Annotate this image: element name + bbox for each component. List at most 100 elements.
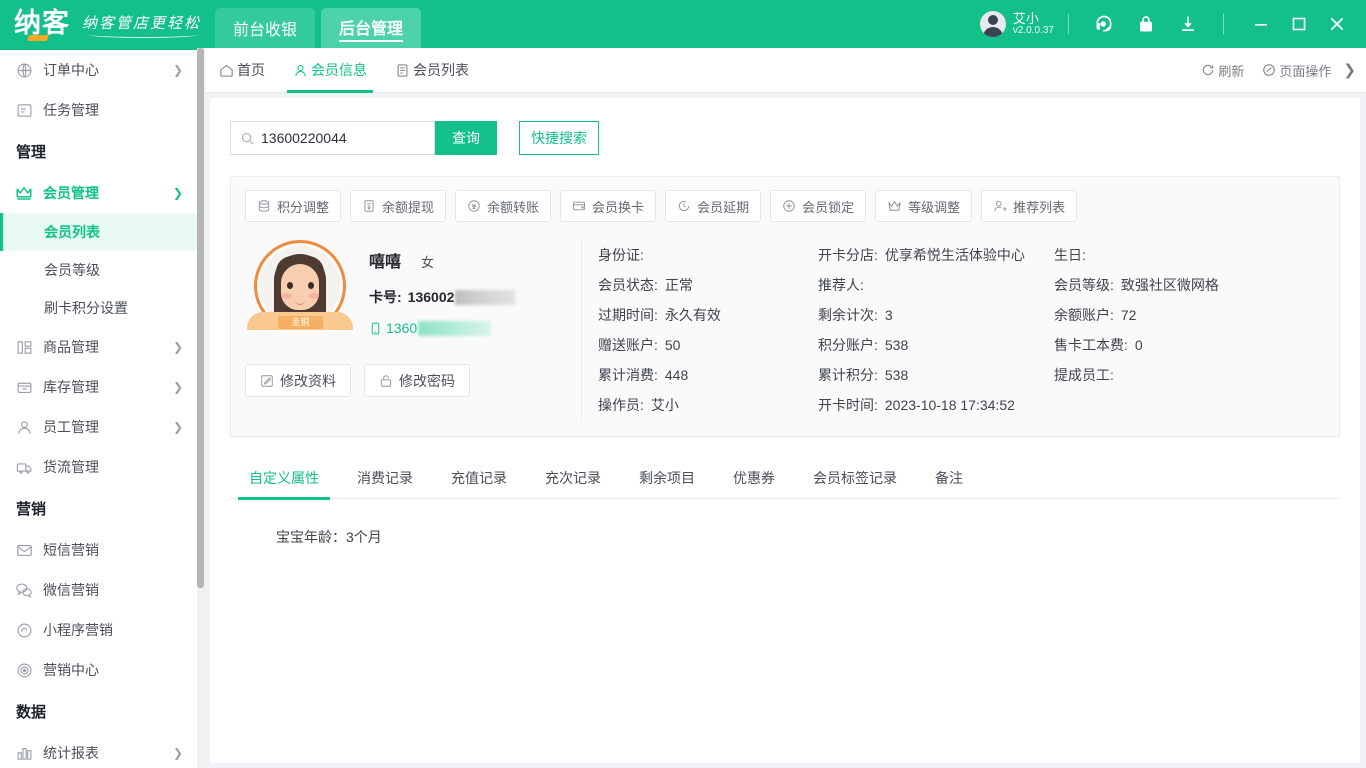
member-phone[interactable]: 1360 xyxy=(369,320,515,336)
detail-label: 会员状态: xyxy=(598,275,658,295)
detail-label: 身份证: xyxy=(598,245,644,265)
btab-count-recharge-records[interactable]: 充次记录 xyxy=(526,457,620,499)
avatar xyxy=(980,11,1006,37)
header-tabs: 前台收银 后台管理 xyxy=(215,0,427,48)
sidebar-item-task-management[interactable]: 任务管理 xyxy=(0,90,197,130)
btab-label: 消费记录 xyxy=(357,468,413,488)
mail-icon xyxy=(14,540,34,560)
op-label: 会员延期 xyxy=(697,197,749,216)
user-icon xyxy=(14,417,34,437)
detail-label: 累计消费: xyxy=(598,365,658,385)
btab-recharge-records[interactable]: 充值记录 xyxy=(432,457,526,499)
op-points-adjust[interactable]: 积分调整 xyxy=(245,190,341,222)
member-avatar: 圭铜 xyxy=(245,240,355,330)
sidebar-item-member-level[interactable]: 会员等级 xyxy=(0,251,197,289)
sidebar-item-marketing-center[interactable]: 营销中心 xyxy=(0,650,197,690)
btab-coupons[interactable]: 优惠券 xyxy=(714,457,794,499)
op-label: 会员锁定 xyxy=(802,197,854,216)
tab-label: 首页 xyxy=(237,60,265,80)
maximize-icon[interactable] xyxy=(1284,9,1314,39)
op-member-extend[interactable]: 会员延期 xyxy=(665,190,761,222)
sidebar-item-member-management[interactable]: 会员管理 ❯ xyxy=(0,173,197,213)
tab-member-list[interactable]: 会员列表 xyxy=(381,48,483,93)
btab-remaining-items[interactable]: 剩余项目 xyxy=(620,457,714,499)
sidebar-item-card-points-settings[interactable]: 刷卡积分设置 xyxy=(0,289,197,327)
chevron-right-icon[interactable]: ❯ xyxy=(1343,61,1356,79)
detail-value: 538 xyxy=(885,367,908,383)
lock-icon[interactable] xyxy=(1133,11,1159,37)
op-level-adjust[interactable]: 等级调整 xyxy=(875,190,972,222)
header-tab-backoffice[interactable]: 后台管理 xyxy=(321,8,421,48)
user-box[interactable]: 艾小 v2.0.0.37 xyxy=(980,11,1054,37)
download-icon[interactable] xyxy=(1175,11,1201,37)
truck-icon xyxy=(14,457,34,477)
sidebar-item-label: 营销中心 xyxy=(43,660,183,680)
refresh-button[interactable]: 刷新 xyxy=(1201,61,1244,80)
lock-open-icon xyxy=(379,374,393,388)
sidebar-item-order-center[interactable]: 订单中心 ❯ xyxy=(0,50,197,90)
page-operations-button[interactable]: 页面操作 xyxy=(1262,61,1331,80)
detail-value: 0 xyxy=(1135,337,1143,353)
detail-row: 推荐人: xyxy=(818,270,1054,300)
sidebar-item-logistics-management[interactable]: 货流管理 xyxy=(0,447,197,487)
sidebar-item-miniprogram-marketing[interactable]: 小程序营销 xyxy=(0,610,197,650)
redacted-card-digits xyxy=(455,290,515,305)
op-balance-transfer[interactable]: 余额转账 xyxy=(455,190,551,222)
sidebar-item-staff-management[interactable]: 员工管理 ❯ xyxy=(0,407,197,447)
edit-password-button[interactable]: 修改密码 xyxy=(364,364,470,397)
detail-value: 永久有效 xyxy=(665,305,721,325)
btab-label: 充值记录 xyxy=(451,468,507,488)
detail-value: 致强社区微网格 xyxy=(1121,275,1219,295)
detail-value: 2023-10-18 17:34:52 xyxy=(885,397,1015,413)
sidebar-item-statistics-report[interactable]: 统计报表 ❯ xyxy=(0,733,197,768)
op-balance-withdraw[interactable]: 余额提现 xyxy=(350,190,446,222)
detail-row: 过期时间:永久有效 xyxy=(598,300,818,330)
target-icon xyxy=(14,660,34,680)
crown-icon xyxy=(14,183,34,203)
op-change-card[interactable]: 会员换卡 xyxy=(560,190,656,222)
tab-home[interactable]: 首页 xyxy=(205,48,279,93)
member-phone-value: 1360 xyxy=(386,320,417,336)
btab-label: 充次记录 xyxy=(545,468,601,488)
sidebar-item-label: 商品管理 xyxy=(43,337,173,357)
sidebar-item-wechat-marketing[interactable]: 微信营销 xyxy=(0,570,197,610)
user-name: 艾小 xyxy=(1013,12,1054,26)
btab-remarks[interactable]: 备注 xyxy=(916,457,982,499)
headset-icon[interactable] xyxy=(1091,11,1117,37)
minimize-icon[interactable] xyxy=(1246,9,1276,39)
sidebar-item-sms-marketing[interactable]: 短信营销 xyxy=(0,530,197,570)
crown-outline-icon xyxy=(887,199,902,214)
header-right: 艾小 v2.0.0.37 xyxy=(980,0,1366,48)
query-button-label: 查询 xyxy=(452,128,480,148)
recommend-icon xyxy=(993,199,1007,213)
op-recommend-list[interactable]: 推荐列表 xyxy=(981,190,1077,222)
search-input-wrapper[interactable] xyxy=(230,121,435,155)
detail-label: 累计积分: xyxy=(818,365,878,385)
query-button[interactable]: 查询 xyxy=(435,121,497,155)
close-icon[interactable] xyxy=(1322,9,1352,39)
quick-search-label: 快捷搜索 xyxy=(531,128,587,148)
card-icon xyxy=(572,199,586,213)
detail-row: 累计消费:448 xyxy=(598,360,818,390)
detail-label: 售卡工本费: xyxy=(1054,335,1128,355)
list-icon xyxy=(395,63,410,78)
sidebar-item-goods-management[interactable]: 商品管理 ❯ xyxy=(0,327,197,367)
chevron-right-icon: ❯ xyxy=(173,340,183,354)
detail-label: 操作员: xyxy=(598,395,644,415)
sidebar-item-member-list[interactable]: 会员列表 xyxy=(0,213,197,251)
detail-label: 剩余计次: xyxy=(818,305,878,325)
btab-member-tag-records[interactable]: 会员标签记录 xyxy=(794,457,916,499)
member-card: 积分调整 余额提现 余额转账 xyxy=(230,176,1340,437)
btab-consumption-records[interactable]: 消费记录 xyxy=(338,457,432,499)
search-input[interactable] xyxy=(261,122,434,154)
quick-search-button[interactable]: 快捷搜索 xyxy=(519,121,599,155)
op-label: 积分调整 xyxy=(277,197,329,216)
header-tab-frontdesk[interactable]: 前台收银 xyxy=(215,8,315,48)
sidebar-scrollbar-thumb[interactable] xyxy=(197,48,204,588)
op-member-lock[interactable]: 会员锁定 xyxy=(770,190,866,222)
sidebar-item-inventory-management[interactable]: 库存管理 ❯ xyxy=(0,367,197,407)
btab-custom-attributes[interactable]: 自定义属性 xyxy=(230,457,338,499)
sidebar: 订单中心 ❯ 任务管理 管理 会员管理 ❯ 会员列表 会员等 xyxy=(0,48,197,768)
tab-member-info[interactable]: 会员信息 xyxy=(279,48,381,93)
edit-profile-button[interactable]: 修改资料 xyxy=(245,364,351,397)
